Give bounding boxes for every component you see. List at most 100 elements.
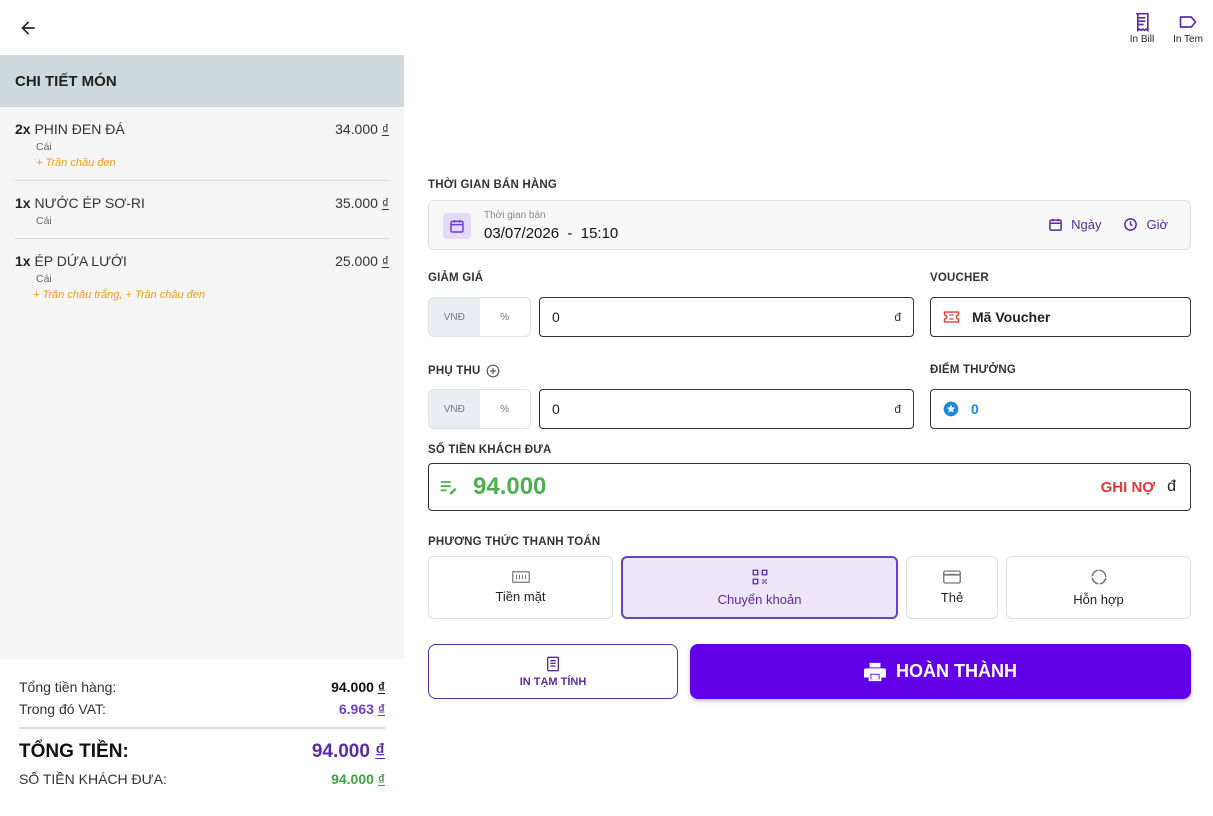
calendar-small-icon (1049, 218, 1062, 231)
item-currency: ₫ (381, 253, 389, 269)
calendar-icon (443, 213, 471, 239)
back-button[interactable] (14, 14, 42, 42)
vat-label: Trong đó VAT: (19, 701, 106, 717)
surcharge-label: PHỤ THU (428, 365, 481, 377)
payment-method-mixed[interactable]: Hỗn hợp (1006, 556, 1191, 619)
surcharge-unit-percent[interactable]: % (480, 390, 531, 428)
mixed-circle-icon (1091, 569, 1106, 585)
item-qty: 2x (15, 121, 31, 137)
points-input[interactable]: 0 (930, 389, 1191, 429)
order-item[interactable]: 2x PHIN ĐEN ĐÁ 34.000 ₫ Cái + Trân châu … (15, 107, 389, 181)
pick-date-button[interactable]: Ngày (1048, 217, 1101, 232)
voucher-label: VOUCHER (930, 272, 989, 284)
voucher-placeholder: Mã Voucher (972, 309, 1051, 325)
surcharge-label-row: PHỤ THU (428, 364, 500, 378)
document-list-icon (547, 656, 559, 671)
order-item[interactable]: 1x NƯỚC ÉP SƠ-RI 35.000 ₫ Cái (15, 181, 389, 239)
order-item-list: 2x PHIN ĐEN ĐÁ 34.000 ₫ Cái + Trân châu … (0, 107, 404, 312)
item-price: 34.000 (335, 121, 378, 137)
cash-icon (511, 571, 530, 583)
customer-paid-input[interactable]: 94.000 GHI NỢ đ (428, 463, 1191, 511)
pick-date-label: Ngày (1071, 217, 1102, 232)
customer-paid-field-label: SỐ TIỀN KHÁCH ĐƯA (428, 444, 552, 456)
currency-symbol: ₫ (377, 701, 385, 717)
discount-value: 0 (552, 309, 560, 325)
checkout-form: THỜI GIAN BÁN HÀNG Thời gian bán 03/07/2… (428, 0, 1191, 816)
item-unit: Cái (36, 215, 52, 227)
star-badge-icon (943, 401, 959, 417)
customer-paid-value: 94.000 (331, 770, 374, 787)
surcharge-suffix: đ (894, 402, 901, 416)
order-summary: Tổng tiền hàng: 94.000 ₫ Trong đó VAT: 6… (0, 659, 404, 816)
payment-method-label: PHƯƠNG THỨC THANH TOÁN (428, 536, 601, 548)
item-qty: 1x (15, 253, 31, 269)
payment-method-card[interactable]: Thẻ (906, 556, 998, 619)
points-label: ĐIỂM THƯỞNG (930, 364, 1017, 376)
points-value: 0 (971, 401, 979, 417)
subtotal-label: Tổng tiền hàng: (19, 679, 117, 695)
item-topping: + Trân châu đen (36, 157, 116, 169)
credit-card-icon (943, 570, 961, 584)
item-qty: 1x (15, 195, 31, 211)
total-value: 94.000 (311, 740, 370, 762)
sale-time-label: THỜI GIAN BÁN HÀNG (428, 179, 558, 191)
ticket-icon (943, 311, 960, 323)
arrow-left-icon (21, 21, 35, 35)
item-name: NƯỚC ÉP SƠ-RI (34, 195, 145, 211)
currency-symbol: ₫ (377, 679, 385, 695)
sale-time-field[interactable]: Thời gian bán 03/07/2026 - 15:10 Ngày Gi… (428, 200, 1191, 250)
finish-button[interactable]: HOÀN THÀNH (690, 644, 1191, 699)
sale-time-sublabel: Thời gian bán (484, 210, 546, 221)
discount-suffix: đ (894, 310, 901, 324)
surcharge-unit-toggle: VNĐ % (428, 389, 531, 429)
print-temp-bill-button[interactable]: IN TẠM TÍNH (428, 644, 678, 699)
item-price: 25.000 (335, 253, 378, 269)
item-currency: ₫ (381, 195, 389, 211)
payment-method-label-transfer: Chuyển khoản (717, 592, 802, 607)
sale-time-value: 03/07/2026 - 15:10 (484, 225, 619, 242)
item-name: ÉP DỨA LƯỚI (34, 253, 127, 269)
surcharge-input[interactable]: 0 đ (539, 389, 914, 429)
clock-icon (1124, 218, 1138, 231)
payment-method-transfer[interactable]: Chuyển khoản (621, 556, 898, 619)
surcharge-value: 0 (552, 401, 560, 417)
pick-time-button[interactable]: Giờ (1123, 217, 1168, 232)
item-price: 35.000 (335, 195, 378, 211)
order-item[interactable]: 1x ÉP DỨA LƯỚI 25.000 ₫ Cái + Trân châu … (15, 239, 389, 312)
customer-paid-label: SỐ TIỀN KHÁCH ĐƯA: (19, 770, 167, 787)
customer-paid-amount: 94.000 (473, 473, 547, 500)
qr-code-icon (752, 569, 767, 585)
subtotal-value: 94.000 (331, 679, 374, 695)
payment-method-label-card: Thẻ (940, 590, 964, 605)
payment-method-cash[interactable]: Tiền mặt (428, 556, 613, 619)
surcharge-unit-vnd[interactable]: VNĐ (429, 390, 480, 428)
item-unit: Cái (36, 273, 52, 285)
discount-label: GIẢM GIÁ (428, 272, 484, 284)
debt-button[interactable]: GHI NỢ (1101, 479, 1155, 496)
item-unit: Cái (36, 141, 52, 153)
voucher-input[interactable]: Mã Voucher (930, 297, 1191, 337)
printer-icon (864, 662, 886, 681)
order-detail-panel: CHI TIẾT MÓN 2x PHIN ĐEN ĐÁ 34.000 ₫ Cái… (0, 55, 404, 816)
payment-method-label-mixed: Hỗn hợp (1073, 592, 1124, 607)
edit-list-icon (440, 481, 457, 495)
finish-label: HOÀN THÀNH (896, 661, 1017, 681)
item-currency: ₫ (381, 121, 389, 137)
vat-value: 6.963 (338, 701, 374, 717)
discount-unit-vnd[interactable]: VNĐ (429, 298, 480, 336)
discount-input[interactable]: 0 đ (539, 297, 914, 337)
print-temp-bill-label: IN TẠM TÍNH (519, 675, 587, 688)
add-circle-icon[interactable] (486, 364, 500, 378)
pick-time-label: Giờ (1146, 217, 1168, 232)
item-topping: + Trân châu trắng, + Trân châu đen (33, 289, 206, 301)
currency-symbol: ₫ (377, 770, 385, 787)
discount-unit-percent[interactable]: % (480, 298, 531, 336)
currency-symbol: ₫ (375, 740, 385, 762)
payment-method-label-cash: Tiền mặt (495, 589, 546, 604)
order-detail-header: CHI TIẾT MÓN (0, 55, 404, 107)
discount-unit-toggle: VNĐ % (428, 297, 531, 337)
summary-divider (19, 727, 385, 729)
item-name: PHIN ĐEN ĐÁ (34, 121, 125, 137)
customer-paid-currency: đ (1167, 478, 1176, 495)
total-label: TỔNG TIỀN: (19, 740, 129, 762)
